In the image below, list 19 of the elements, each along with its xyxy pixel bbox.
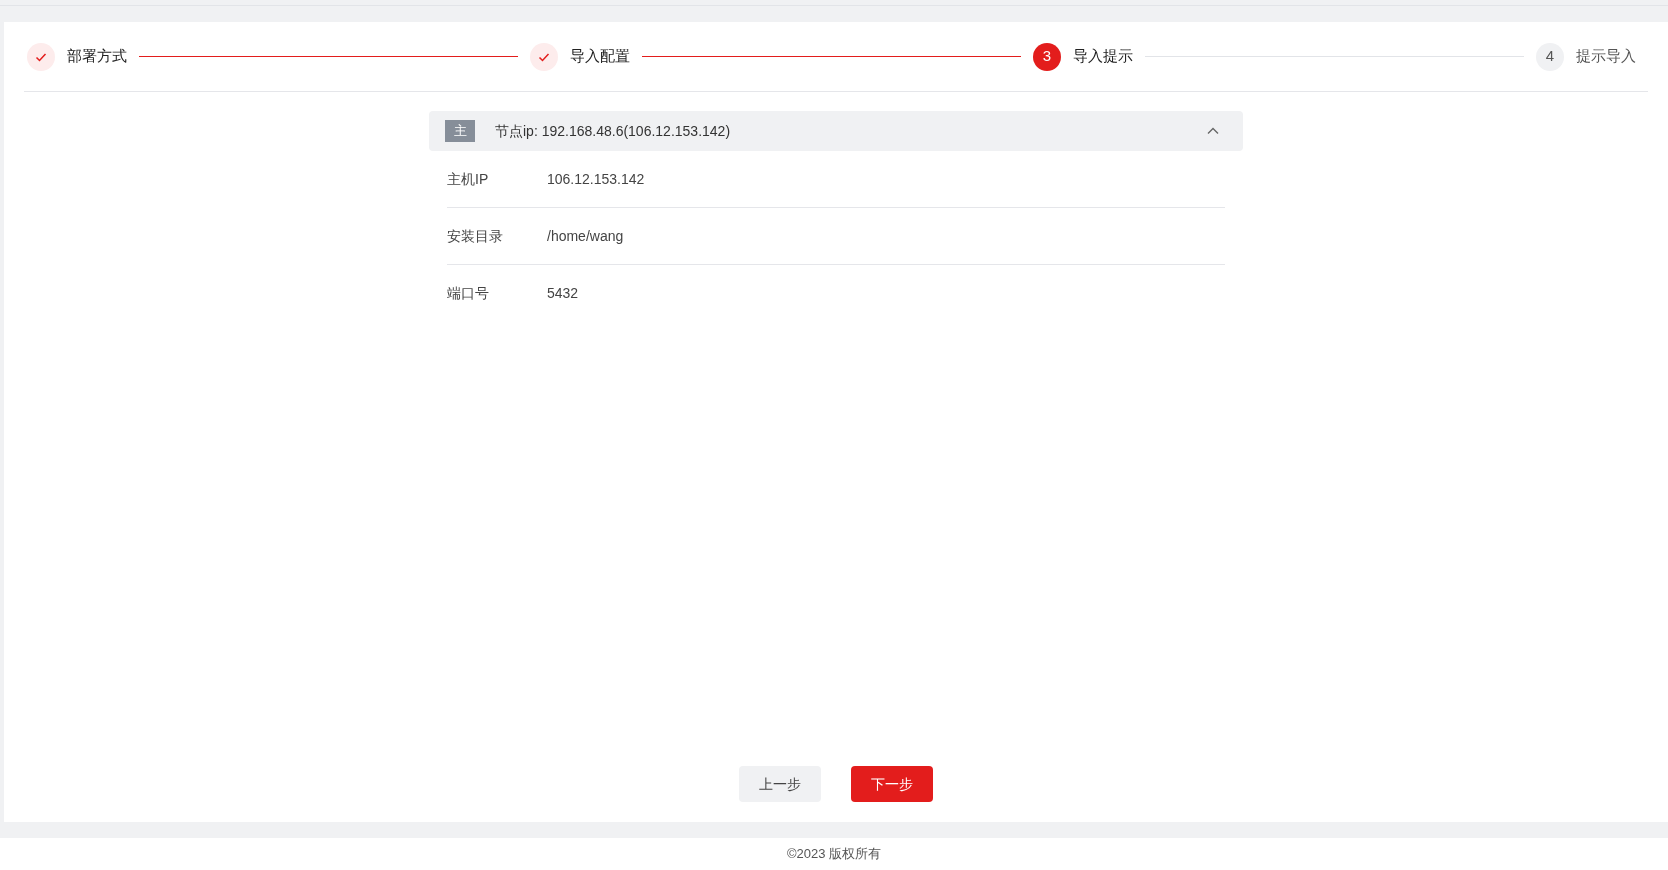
field-value: 106.12.153.142 <box>547 169 645 189</box>
node-tag: 主 <box>445 120 475 142</box>
node-title: 节点ip: 192.168.48.6(106.12.153.142) <box>495 121 731 141</box>
step-label: 导入配置 <box>570 46 630 67</box>
prev-button[interactable]: 上一步 <box>739 766 821 802</box>
step-label: 导入提示 <box>1073 46 1133 67</box>
step-number: 3 <box>1033 42 1061 71</box>
node-header[interactable]: 主 节点ip: 192.168.48.6(106.12.153.142) <box>429 111 1243 151</box>
step-label: 提示导入 <box>1576 46 1636 67</box>
step-label: 部署方式 <box>67 46 127 67</box>
field-value: 5432 <box>547 284 579 303</box>
chevron-icon <box>1207 127 1219 135</box>
field-label: 主机IP <box>447 169 490 189</box>
copyright-text: ©2023 版权所有 <box>786 845 882 864</box>
step-number: 4 <box>1536 42 1564 71</box>
field-label: 端口号 <box>447 284 490 303</box>
next-button[interactable]: 下一步 <box>851 766 933 802</box>
field-label: 安装目录 <box>447 226 504 246</box>
field-value: /home/wang <box>547 226 624 246</box>
